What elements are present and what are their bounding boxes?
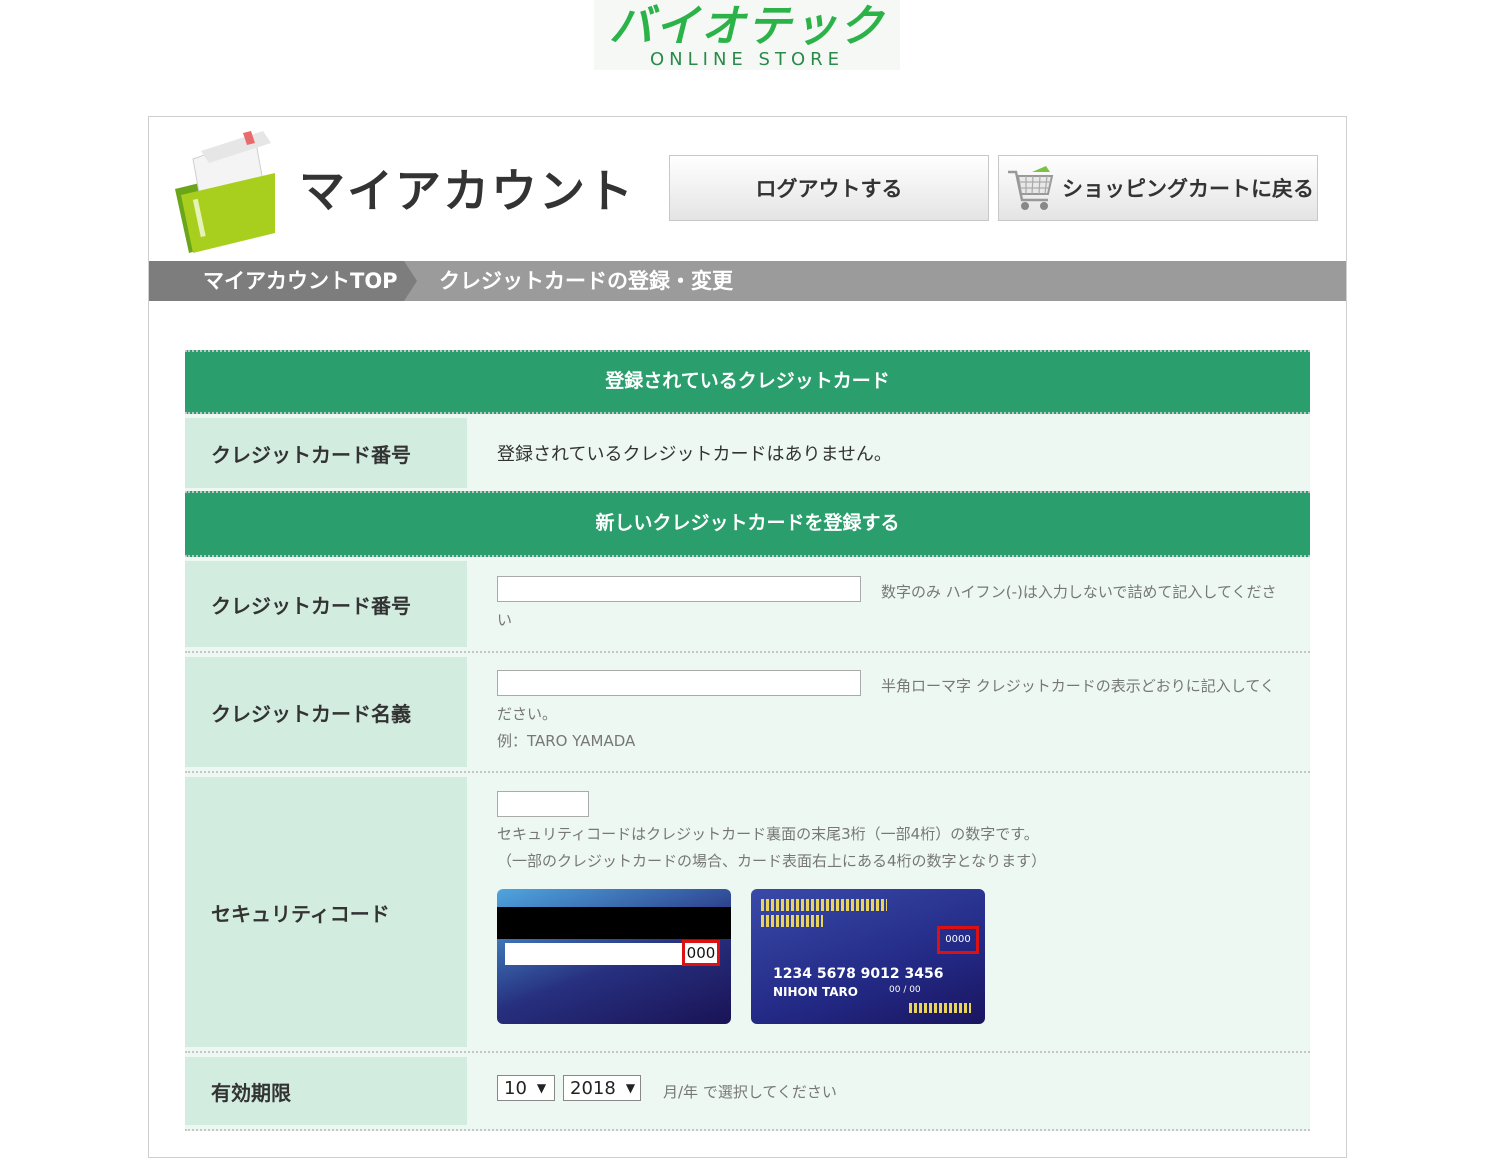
security-code-label: セキュリティコード [185, 777, 467, 1047]
logout-button[interactable]: ログアウトする [669, 155, 989, 221]
security-code-row: セキュリティコード セキュリティコードはクレジットカード裏面の末尾3桁（一部4桁… [185, 773, 1310, 1053]
card-back-image: 000 [497, 889, 731, 1024]
expiry-year-value: 2018 [570, 1077, 616, 1099]
card-front-image: 0000 1234 5678 9012 3456 NIHON TARO 00 /… [751, 889, 985, 1024]
security-code-input[interactable] [497, 791, 589, 817]
front-security-code: 0000 [937, 926, 979, 954]
logo-sub-text: ONLINE STORE [650, 49, 844, 70]
card-dots-1 [761, 899, 887, 911]
card-name-example: 例：TARO YAMADA [497, 732, 636, 750]
registered-card-number-label: クレジットカード番号 [185, 418, 467, 488]
breadcrumb-current: クレジットカードの登録・変更 [439, 269, 733, 293]
card-name-note-cont: ださい。 [497, 705, 558, 723]
card-name-row: クレジットカード名義 半角ローマ字 クレジットカードの表示どおりに記入してく だ… [185, 653, 1310, 773]
expiry-year-select[interactable]: 2018 ▼ [563, 1075, 641, 1101]
card-front-number: 1234 5678 9012 3456 [773, 966, 944, 982]
back-security-code: 000 [682, 940, 720, 966]
expiry-month-select[interactable]: 10 ▼ [497, 1075, 555, 1101]
account-panel: マイアカウント ログアウトする ショッピングカートに戻る マイアカウントTOP … [148, 116, 1347, 1158]
registered-card-heading: 登録されているクレジットカード [185, 350, 1310, 414]
no-card-message: 登録されているクレジットカードはありません。 [497, 444, 892, 465]
breadcrumb-top-label[interactable]: マイアカウントTOP [203, 261, 398, 301]
card-dots-2 [761, 915, 823, 927]
signature-strip [505, 943, 683, 965]
registered-card-row: クレジットカード番号 登録されているクレジットカードはありません。 [185, 414, 1310, 494]
folder-icon [175, 131, 275, 253]
security-code-note-2: （一部のクレジットカードの場合、カード表面右上にある4桁の数字となります） [497, 852, 1047, 870]
card-number-input[interactable] [497, 576, 861, 602]
card-name-input[interactable] [497, 670, 861, 696]
magnetic-stripe [497, 907, 731, 939]
card-number-row: クレジットカード番号 数字のみ ハイフン(-)は入力しないで詰めて記入してくださ… [185, 557, 1310, 653]
card-front-holder: NIHON TARO [773, 985, 858, 999]
dropdown-arrow-icon: ▼ [536, 1081, 547, 1095]
expiry-label: 有効期限 [185, 1057, 467, 1125]
logout-label: ログアウトする [755, 177, 903, 201]
dropdown-arrow-icon: ▼ [625, 1081, 636, 1095]
back-to-cart-button[interactable]: ショッピングカートに戻る [998, 155, 1318, 221]
card-name-label: クレジットカード名義 [185, 657, 467, 767]
expiry-row: 有効期限 10 ▼ 2018 ▼ 月/年 で選択してください [185, 1053, 1310, 1131]
card-number-note-cont: い [497, 611, 513, 629]
security-code-note: セキュリティコードはクレジットカード裏面の末尾3桁（一部4桁）の数字です。 [497, 825, 1039, 843]
expiry-note: 月/年 で選択してください [663, 1083, 837, 1101]
page-title: マイアカウント [299, 164, 635, 218]
card-number-note: 数字のみ ハイフン(-)は入力しないで詰めて記入してくださ [881, 583, 1277, 601]
card-front-expiry: 00 / 00 [889, 985, 921, 995]
store-logo[interactable]: バイオテック ONLINE STORE [594, 0, 900, 70]
breadcrumb: マイアカウントTOP クレジットカードの登録・変更 [149, 261, 1346, 301]
card-name-note: 半角ローマ字 クレジットカードの表示どおりに記入してく [881, 677, 1275, 695]
new-card-heading: 新しいクレジットカードを登録する [185, 491, 1310, 557]
back-to-cart-label: ショッピングカートに戻る [1062, 177, 1314, 201]
card-number-label: クレジットカード番号 [185, 561, 467, 647]
expiry-month-value: 10 [504, 1077, 527, 1099]
card-dots-3 [909, 1003, 971, 1013]
logo-main-text: バイオテック [609, 1, 885, 52]
shopping-cart-icon [1008, 166, 1054, 210]
